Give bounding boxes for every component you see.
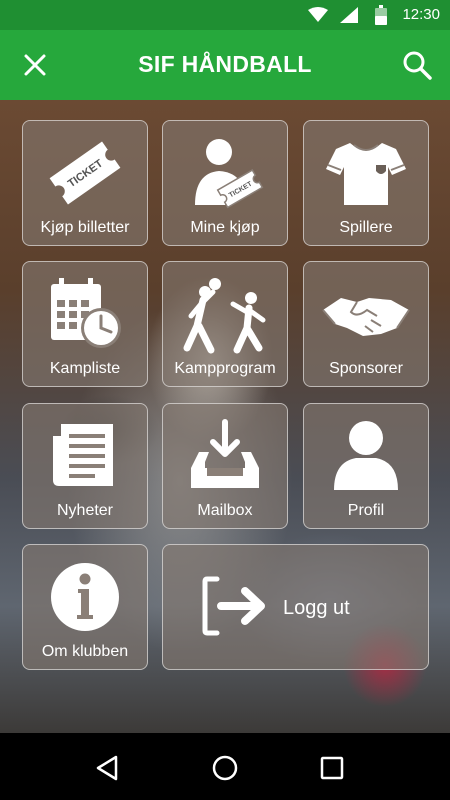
news-label: Nyheter — [56, 502, 114, 519]
wifi-icon — [308, 7, 328, 22]
logout-button[interactable]: Logg ut — [162, 544, 429, 670]
search-icon[interactable] — [400, 48, 434, 82]
match-list-button[interactable]: Kampliste — [22, 261, 148, 387]
buy-tickets-button[interactable]: TICKET Kjøp billetter — [22, 120, 148, 246]
match-program-button[interactable]: Kampprogram — [162, 261, 288, 387]
sponsors-button[interactable]: Sponsorer — [303, 261, 429, 387]
status-time: 12:30 — [402, 6, 440, 23]
handball-players-icon — [183, 278, 266, 354]
menu-background: TICKET Kjøp billetter TICKET Mine kjøp S… — [0, 100, 450, 733]
my-purchases-button[interactable]: TICKET Mine kjøp — [162, 120, 288, 246]
battery-icon — [375, 5, 387, 25]
profile-label: Profil — [347, 502, 385, 519]
inbox-download-icon — [191, 419, 259, 488]
signal-icon — [340, 7, 358, 23]
ticket-icon: TICKET — [49, 141, 121, 205]
mailbox-button[interactable]: Mailbox — [162, 403, 288, 529]
match-list-label: Kampliste — [49, 360, 121, 377]
players-button[interactable]: Spillere — [303, 120, 429, 246]
user-ticket-icon: TICKET — [195, 139, 264, 209]
back-icon[interactable] — [92, 753, 122, 783]
mailbox-label: Mailbox — [197, 502, 253, 519]
about-club-label: Om klubben — [41, 643, 129, 660]
recents-icon[interactable] — [317, 753, 347, 783]
my-purchases-label: Mine kjøp — [190, 219, 260, 236]
match-program-label: Kampprogram — [174, 360, 276, 377]
navigation-bar — [0, 733, 450, 800]
newspaper-icon — [53, 424, 113, 486]
buy-tickets-label: Kjøp billetter — [40, 219, 130, 236]
jersey-icon — [326, 143, 406, 205]
about-club-button[interactable]: Om klubben — [22, 544, 148, 670]
calendar-clock-icon — [51, 278, 121, 348]
app-title: SIF HÅNDBALL — [138, 51, 312, 77]
news-button[interactable]: Nyheter — [22, 403, 148, 529]
logout-icon — [202, 576, 265, 636]
home-icon[interactable] — [210, 753, 240, 783]
logout-label: Logg ut — [283, 597, 350, 619]
app-bar: SIF HÅNDBALL — [0, 30, 450, 100]
sponsors-label: Sponsorer — [329, 360, 403, 377]
user-icon — [334, 421, 398, 490]
status-bar: 12:30 — [0, 0, 450, 30]
handshake-icon — [322, 298, 410, 336]
profile-button[interactable]: Profil — [303, 403, 429, 529]
info-icon — [51, 563, 119, 631]
players-label: Spillere — [339, 219, 393, 236]
